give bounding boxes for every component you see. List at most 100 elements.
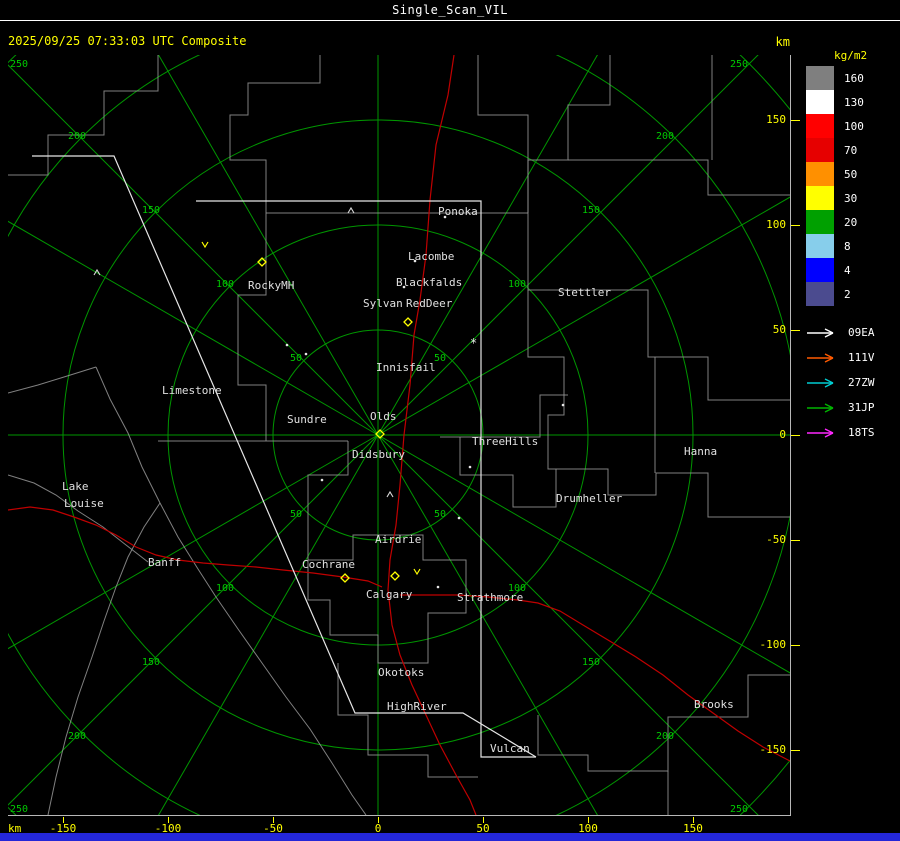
y-tick-label: -50 — [766, 533, 786, 546]
city-label: Olds — [370, 410, 397, 423]
city-label: Lacombe — [408, 250, 454, 263]
city-label: Limestone — [162, 384, 222, 397]
city-label: HighRiver — [387, 700, 447, 713]
range-label: 50 — [434, 509, 446, 520]
town-dot-marker — [561, 403, 565, 407]
caret-down-marker — [413, 568, 421, 576]
radar-map: 250 200 150 100 50 250 200 150 100 50 50 100 150 200 2… — [8, 55, 791, 816]
scale-unit-label: kg/m2 — [834, 49, 868, 62]
scale-swatch — [806, 114, 834, 138]
range-label: 100 — [216, 583, 234, 594]
range-label: 50 — [290, 509, 302, 520]
range-label: 250 — [10, 59, 28, 70]
radar-legend-entry: 31JP — [806, 395, 900, 420]
range-label: 250 — [730, 804, 748, 815]
scale-swatch — [806, 186, 834, 210]
county-boundary — [237, 213, 267, 441]
y-tick — [791, 645, 800, 646]
radar-id-label: 09EA — [848, 326, 875, 339]
window-title: Single_Scan_VIL — [0, 0, 900, 21]
scale-swatch — [806, 138, 834, 162]
radar-id-label: 111V — [848, 351, 875, 364]
city-label: Drumheller — [556, 492, 623, 505]
town-dot-marker — [436, 585, 440, 589]
peak-caret-marker — [347, 206, 355, 214]
city-label: Banff — [148, 556, 181, 569]
y-tick-label: 100 — [766, 218, 786, 231]
y-axis-unit-label: km — [775, 35, 790, 49]
scale-swatch — [806, 162, 834, 186]
city-label: RockyMH — [248, 279, 294, 292]
y-tick — [791, 225, 800, 226]
scale-value-label: 100 — [844, 119, 864, 133]
scale-entry: 130 — [806, 90, 900, 114]
scale-value-label: 70 — [844, 143, 858, 157]
caret-down-marker — [201, 241, 209, 249]
range-label: 150 — [142, 205, 160, 216]
scale-value-label: 50 — [844, 167, 858, 181]
city-label: Strathmore — [457, 591, 523, 604]
y-tick-label: -100 — [759, 638, 787, 651]
legend-sidebar: kg/m2 160 130 100 70 50 30 20 8 4 2 09EA 111V 27ZW 3… — [800, 21, 900, 832]
county-boundary — [440, 394, 568, 438]
scale-value-label: 4 — [844, 263, 851, 277]
radar-legend-entry: 09EA — [806, 320, 900, 345]
city-label: Didsbury — [352, 448, 405, 461]
scale-value-label: 20 — [844, 215, 858, 229]
city-label: Airdrie — [375, 533, 421, 546]
scale-value-label: 160 — [844, 71, 864, 85]
town-dot-marker — [320, 478, 324, 482]
county-boundary — [8, 366, 97, 394]
range-label: 100 — [508, 279, 526, 290]
city-label: Stettler — [558, 286, 611, 299]
city-label: RedDeer — [406, 297, 453, 310]
city-label: Calgary — [366, 588, 413, 601]
range-label: 200 — [68, 731, 86, 742]
city-label: Brooks — [694, 698, 734, 711]
city-label: Cochrane — [302, 558, 355, 571]
city-label: Sundre — [287, 413, 327, 426]
range-label: 100 — [216, 279, 234, 290]
city-label: ThreeHills — [472, 435, 538, 448]
radar-legend-entry: 18TS — [806, 420, 900, 445]
station-star-marker: * — [470, 336, 477, 350]
scale-entry: 70 — [806, 138, 900, 162]
radar-map-svg: 250 200 150 100 50 250 200 150 100 50 50 100 150 200 2… — [8, 55, 790, 815]
range-label: 50 — [434, 353, 446, 364]
county-boundary — [229, 55, 321, 213]
azimuth-line — [377, 55, 759, 436]
city-label: Blackfalds — [396, 276, 462, 289]
scale-swatch — [806, 258, 834, 282]
y-tick-label: -150 — [759, 743, 787, 756]
scale-entry: 4 — [806, 258, 900, 282]
scale-value-label: 2 — [844, 287, 851, 301]
radar-id-label: 18TS — [848, 426, 875, 439]
city-label: Sylvan — [363, 297, 403, 310]
y-tick-label: 50 — [772, 323, 786, 336]
y-tick-label: 150 — [766, 113, 786, 126]
radar-legend-entry: 111V — [806, 345, 900, 370]
radar-arrow-icon — [807, 327, 834, 338]
azimuth-line — [377, 434, 598, 815]
azimuth-line — [8, 64, 379, 436]
taskbar — [0, 833, 900, 841]
county-boundary — [527, 55, 611, 213]
scale-entry: 20 — [806, 210, 900, 234]
range-label: 150 — [582, 657, 600, 668]
radar-id-label: 31JP — [848, 401, 875, 414]
county-boundary — [568, 159, 790, 196]
y-tick — [791, 330, 800, 331]
y-tick-label: 0 — [779, 428, 786, 441]
scale-entry: 30 — [806, 186, 900, 210]
radar-arrow-icon — [807, 377, 834, 388]
scale-swatch — [806, 90, 834, 114]
city-label: Okotoks — [378, 666, 424, 679]
scale-entry: 100 — [806, 114, 900, 138]
county-boundary — [477, 55, 529, 213]
radar-site-marker — [390, 571, 400, 581]
scale-value-label: 8 — [844, 239, 851, 253]
radar-site-marker — [403, 317, 413, 327]
radar-coverage-outline — [196, 200, 536, 758]
peak-caret-marker — [386, 490, 394, 498]
range-label: 200 — [656, 731, 674, 742]
